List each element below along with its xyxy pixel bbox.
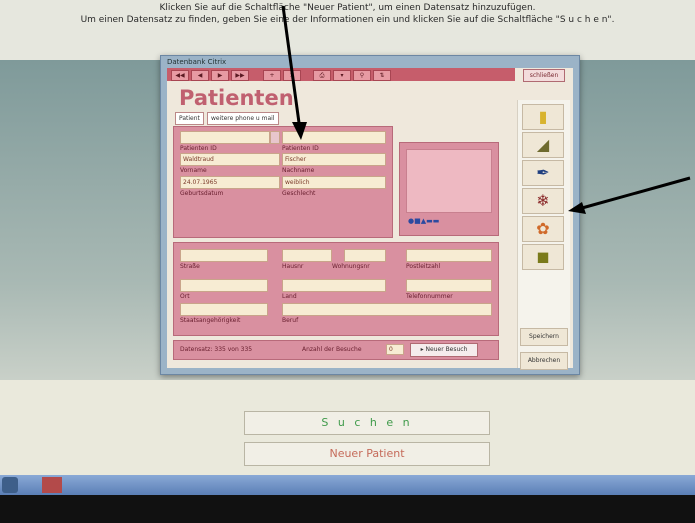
- annotation-arrows: [281, 5, 691, 214]
- arrow-to-tab: [281, 5, 307, 140]
- arrow-to-sidebar: [568, 176, 691, 214]
